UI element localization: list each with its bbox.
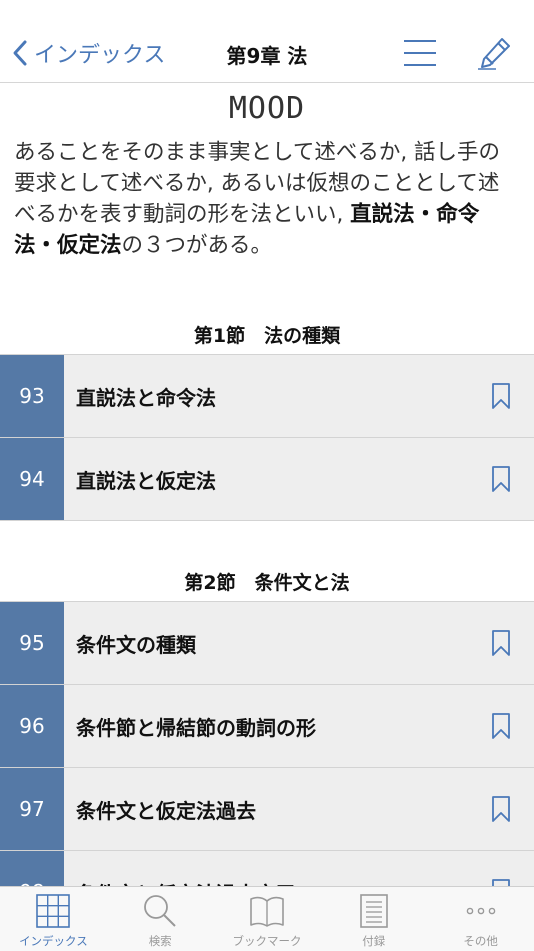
grid-icon xyxy=(36,894,71,928)
bookmark-icon[interactable] xyxy=(488,628,514,658)
tab-more[interactable]: その他 xyxy=(427,887,534,951)
bookmark-icon[interactable] xyxy=(488,711,514,741)
highlighter-pen-icon xyxy=(478,38,510,70)
list-item[interactable]: 95 条件文の種類 xyxy=(0,601,534,684)
tab-label: インデックス xyxy=(19,934,88,948)
back-label: インデックス xyxy=(34,43,166,68)
menu-icon xyxy=(404,40,436,66)
bookmark-icon[interactable] xyxy=(488,794,514,824)
mood-heading: MOOD xyxy=(228,91,306,126)
tab-appendix[interactable]: 付録 xyxy=(320,887,427,951)
list-item[interactable]: 98 条件文と仮定法過去完了 xyxy=(0,850,534,886)
section-title: 第1節 法の種類 xyxy=(193,325,341,347)
tab-index[interactable]: インデックス xyxy=(0,887,107,951)
intro-paragraph: あることをそのまま事実として述べるか, 話し手の要求として述べるか, あるいは仮… xyxy=(14,137,520,261)
section-title: 第2節 条件文と法 xyxy=(184,572,350,594)
tab-label: 付録 xyxy=(362,934,386,948)
term-subjunctive: 仮定法 xyxy=(57,233,122,258)
item-label: 条件文の種類 xyxy=(76,632,196,657)
item-number: 98 xyxy=(0,851,64,886)
search-icon xyxy=(144,895,176,927)
item-label: 条件文と仮定法過去完了 xyxy=(64,878,488,887)
tab-bookmark[interactable]: ブックマーク xyxy=(214,887,321,951)
chapter-content: MOOD あることをそのまま事実として述べるか, 話し手の要求として述べるか, … xyxy=(0,83,534,886)
list-item[interactable]: 93 直説法と命令法 xyxy=(0,354,534,437)
item-number: 96 xyxy=(0,685,64,767)
document-icon xyxy=(359,894,388,928)
list-item[interactable]: 94 直説法と仮定法 xyxy=(0,437,534,521)
bookmark-icon[interactable] xyxy=(488,877,514,886)
section-2-list: 95 条件文の種類 96 条件節と帰結節の動詞の形 97 条件文と仮定法過去 9… xyxy=(0,601,534,886)
tab-label: 検索 xyxy=(148,934,172,948)
term-separator: ・ xyxy=(35,233,58,258)
navigation-bar: インデックス 第9章 法 xyxy=(0,0,534,83)
list-item[interactable]: 97 条件文と仮定法過去 xyxy=(0,767,534,850)
item-label: 条件節と帰結節の動詞の形 xyxy=(76,715,316,740)
item-number: 94 xyxy=(0,438,64,520)
item-number: 93 xyxy=(0,355,64,437)
book-icon xyxy=(250,896,284,927)
item-number: 95 xyxy=(0,602,64,684)
highlighter-button[interactable] xyxy=(476,36,512,70)
chevron-left-icon xyxy=(13,40,27,66)
item-label: 直説法と命令法 xyxy=(76,385,216,410)
back-button[interactable]: インデックス xyxy=(12,36,165,70)
section-1-list: 93 直説法と命令法 94 直説法と仮定法 xyxy=(0,354,534,521)
intro-text-end: の３つがある。 xyxy=(121,233,273,258)
term-indicative: 直説法 xyxy=(350,202,415,227)
list-item[interactable]: 96 条件節と帰結節の動詞の形 xyxy=(0,684,534,767)
tab-label: その他 xyxy=(463,934,498,948)
item-label: 直説法と仮定法 xyxy=(76,468,216,493)
bookmark-icon[interactable] xyxy=(488,381,514,411)
item-label: 条件文と仮定法過去 xyxy=(76,798,256,823)
menu-button[interactable] xyxy=(402,36,438,70)
bookmark-icon[interactable] xyxy=(488,464,514,494)
item-number: 97 xyxy=(0,768,64,850)
tab-bar: インデックス 検索 ブックマーク 付録 その他 xyxy=(0,886,534,951)
term-separator: ・ xyxy=(414,202,437,227)
more-icon xyxy=(466,907,495,915)
tab-search[interactable]: 検索 xyxy=(107,887,214,951)
tab-label: ブックマーク xyxy=(232,934,302,948)
